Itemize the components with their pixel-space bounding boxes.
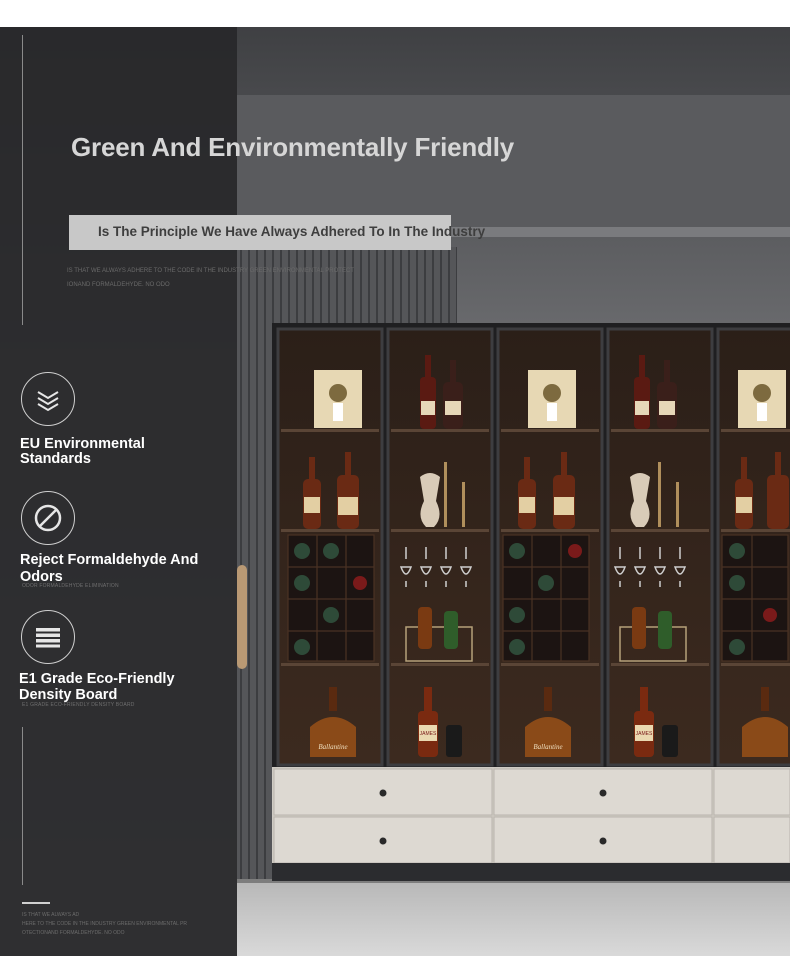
bottle-label-ballantine: Ballantine (318, 743, 347, 751)
fine-print-line: IONAND FORMALDEHYDE. NO ODO (67, 282, 170, 288)
feature-label-line: E1 Grade Eco-Friendly (19, 671, 175, 687)
prohibited-icon (21, 491, 75, 545)
sidebar-divider-bottom (22, 727, 23, 885)
page-subtitle: Is The Principle We Have Always Adhered … (98, 224, 486, 239)
feature-fine-print: ODOR FORMALDEHYDE ELIMINATION (22, 583, 119, 589)
footer-dash (22, 902, 50, 904)
feature-fine-print: E1 GRADE ECO-FRIENDLY DENSITY BOARD (22, 702, 135, 708)
feature-label-line: Standards (20, 451, 91, 467)
footer-fine-print: IS THAT WE ALWAYS AD (22, 912, 80, 918)
feature-label-line: Reject Formaldehyde And (20, 552, 199, 568)
density-board-icon (21, 610, 75, 664)
feature-label-e1-board: E1 Grade Eco-Friendly Density Board (19, 672, 219, 703)
bottle-label-james-2: JAMES (636, 731, 653, 737)
features-sidebar: EU Environmental Standards Reject Formal… (0, 27, 237, 956)
feature-label-line: Density Board (19, 687, 118, 703)
sidebar-divider-top (22, 35, 23, 325)
footer-fine-print: HERE TO THE CODE IN THE INDUSTRY GREEN E… (22, 921, 188, 927)
feature-label-line: EU Environmental (20, 436, 145, 452)
feature-label-reject-formaldehyde: Reject Formaldehyde And Odors (20, 553, 220, 585)
page-title: Green And Environmentally Friendly (71, 132, 514, 162)
bottle-label-james: JAMES (420, 731, 437, 737)
fine-print-line: IS THAT WE ALWAYS ADHERE TO THE CODE IN … (67, 268, 354, 274)
bottle-label-ballantine-2: Ballantine (533, 743, 562, 751)
product-banner: JAMES JAMES Ballantine Ballantine EU Env… (0, 27, 790, 956)
layers-icon (21, 372, 75, 426)
footer-fine-print: OTECTIONAND FORMALDEHYDE. NO ODO (22, 930, 125, 936)
feature-label-eu-standards: EU Environmental Standards (20, 437, 220, 467)
